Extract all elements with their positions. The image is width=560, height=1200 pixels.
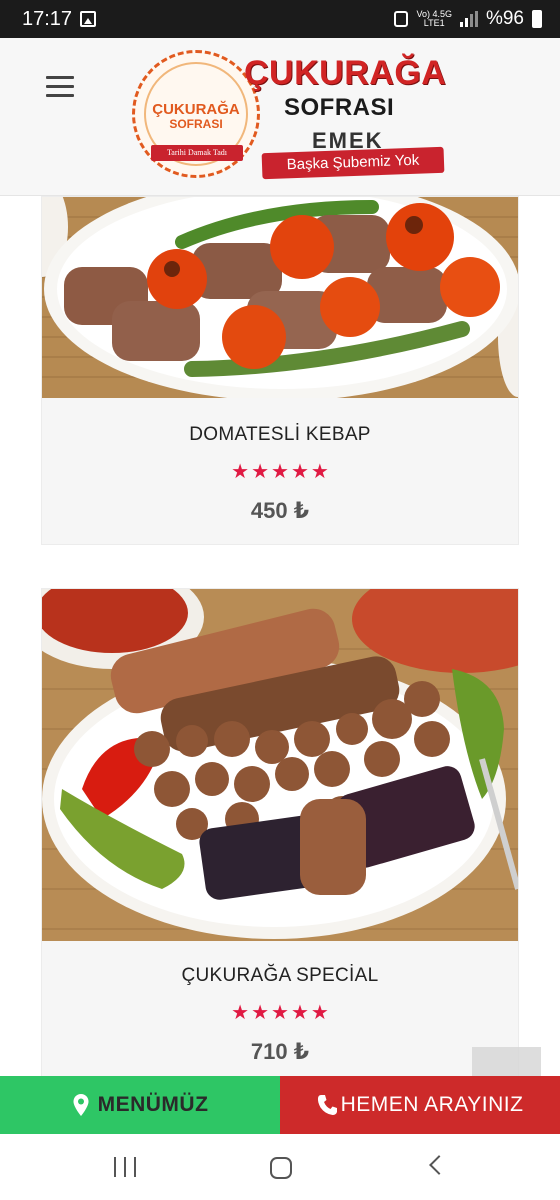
logo-badge-title: ÇUKURAĞA <box>152 101 240 118</box>
product-list: DOMATESLİ KEBAP ★ ★ ★ ★ ★ 450 ₺ ÇUKURAĞA… <box>0 196 560 1076</box>
restaurant-logo[interactable]: ÇUKURAĞA SOFRASI Tarihi Damak Tadı ÇUKUR… <box>132 48 447 183</box>
site-header: ÇUKURAĞA SOFRASI Tarihi Damak Tadı ÇUKUR… <box>0 38 560 196</box>
product-rating: ★ ★ ★ ★ ★ <box>42 1003 518 1023</box>
logo-badge-tagline: Tarihi Damak Tadı <box>151 145 243 161</box>
call-button-label: HEMEN ARAYINIZ <box>340 1093 524 1116</box>
star-icon: ★ <box>310 1002 329 1024</box>
product-price: 450 ₺ <box>250 498 310 523</box>
back-icon[interactable] <box>429 1155 449 1175</box>
status-right: Vo) 4.5G LTE1 %96 <box>394 8 542 30</box>
battery-icon <box>532 10 542 28</box>
logo-banner: Başka Şubemiz Yok <box>261 146 445 180</box>
kebab-photo <box>42 197 518 398</box>
network-bottom-text: LTE1 <box>423 18 445 28</box>
system-nav-bar <box>0 1134 560 1200</box>
gallery-icon <box>80 11 96 27</box>
product-rating: ★ ★ ★ ★ ★ <box>42 462 518 482</box>
battery-level: %96 <box>485 8 524 29</box>
product-image[interactable] <box>42 197 518 398</box>
logo-badge-subtitle: SOFRASI <box>169 117 223 131</box>
special-platter-photo <box>42 589 518 941</box>
star-icon: ★ <box>271 1002 289 1024</box>
product-name[interactable]: ÇUKURAĞA SPECİAL <box>42 965 518 987</box>
star-icon: ★ <box>231 1002 250 1024</box>
app-screen: 17:17 Vo) 4.5G LTE1 %96 ÇUKURAĞA SOFRASI <box>0 0 560 1200</box>
star-icon: ★ <box>290 1002 309 1024</box>
menu-button-label: MENÜMÜZ <box>97 1093 209 1116</box>
hamburger-menu-icon[interactable] <box>46 76 76 100</box>
call-button[interactable]: HEMEN ARAYINIZ <box>280 1076 560 1134</box>
logo-badge: ÇUKURAĞA SOFRASI Tarihi Damak Tadı <box>132 50 260 178</box>
home-icon[interactable] <box>270 1157 292 1179</box>
alarm-icon <box>394 11 409 27</box>
product-name[interactable]: DOMATESLİ KEBAP <box>42 424 518 446</box>
signal-icon <box>459 11 478 27</box>
logo-title: ÇUKURAĞA <box>244 54 447 92</box>
star-icon: ★ <box>231 461 250 483</box>
product-card[interactable]: DOMATESLİ KEBAP ★ ★ ★ ★ ★ 450 ₺ <box>41 196 519 545</box>
status-bar: 17:17 Vo) 4.5G LTE1 %96 <box>0 0 560 38</box>
product-image[interactable] <box>42 589 518 941</box>
recents-icon[interactable] <box>114 1157 136 1177</box>
star-icon: ★ <box>271 461 289 483</box>
phone-icon <box>317 1095 337 1115</box>
network-indicator: Vo) 4.5G LTE1 <box>416 10 452 28</box>
bottom-action-bar: MENÜMÜZ HEMEN ARAYINIZ <box>0 1076 560 1134</box>
menu-button[interactable]: MENÜMÜZ <box>0 1076 280 1134</box>
star-icon: ★ <box>290 461 309 483</box>
product-card[interactable]: ÇUKURAĞA SPECİAL ★ ★ ★ ★ ★ 710 ₺ <box>41 588 519 1076</box>
map-pin-icon <box>73 1094 89 1116</box>
star-icon: ★ <box>251 1002 270 1024</box>
logo-subtitle: SOFRASI <box>284 94 395 121</box>
status-time: 17:17 <box>22 8 73 30</box>
star-icon: ★ <box>310 461 329 483</box>
star-icon: ★ <box>251 461 270 483</box>
product-price: 710 ₺ <box>250 1039 310 1064</box>
